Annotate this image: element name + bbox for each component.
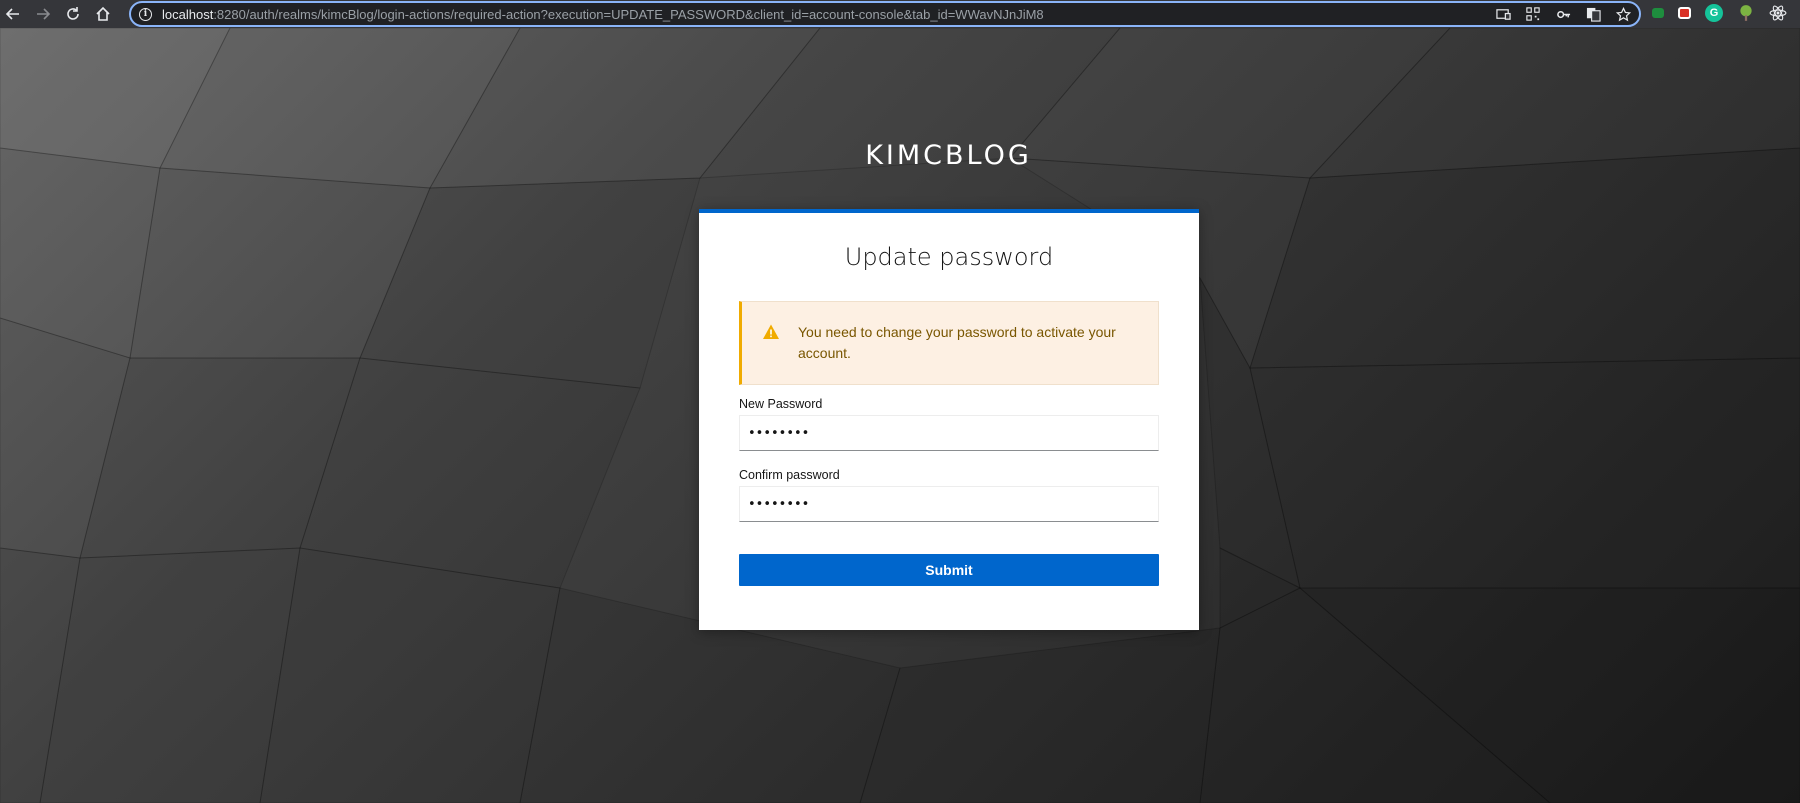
key-icon[interactable]	[1555, 6, 1571, 22]
qr-code-icon[interactable]	[1525, 6, 1541, 22]
address-bar-actions	[1495, 6, 1631, 22]
alert-message: You need to change your password to acti…	[798, 324, 1116, 361]
info-icon[interactable]: i	[139, 7, 152, 21]
forward-icon[interactable]	[32, 3, 54, 25]
submit-button[interactable]: Submit	[739, 554, 1159, 586]
url-text[interactable]: localhost:8280/auth/realms/kimcBlog/logi…	[162, 7, 1044, 22]
realm-title: KIMCBLOG	[865, 140, 1032, 171]
extensions-area: G	[1652, 4, 1787, 22]
star-icon[interactable]	[1615, 6, 1631, 22]
extension-green-icon[interactable]	[1652, 8, 1664, 18]
reload-icon[interactable]	[62, 3, 84, 25]
address-bar[interactable]: i localhost:8280/auth/realms/kimcBlog/lo…	[129, 1, 1641, 27]
new-password-input[interactable]	[739, 415, 1159, 451]
extension-calendar-icon[interactable]	[1678, 7, 1691, 19]
cast-icon[interactable]	[1495, 6, 1511, 22]
translate-icon[interactable]	[1585, 6, 1601, 22]
tree-icon[interactable]	[1737, 4, 1755, 22]
new-password-label: New Password	[739, 397, 823, 411]
confirm-password-label: Confirm password	[739, 468, 840, 482]
warning-icon	[763, 324, 779, 339]
update-password-card: Update password You need to change your …	[699, 209, 1199, 630]
browser-toolbar: i localhost:8280/auth/realms/kimcBlog/lo…	[0, 0, 1800, 28]
grammarly-icon[interactable]: G	[1705, 4, 1723, 22]
back-icon[interactable]	[2, 3, 24, 25]
confirm-password-input[interactable]	[739, 486, 1159, 522]
page-title: Update password	[844, 243, 1054, 271]
home-icon[interactable]	[92, 3, 114, 25]
warning-alert: You need to change your password to acti…	[739, 301, 1159, 385]
react-icon[interactable]	[1769, 4, 1787, 22]
